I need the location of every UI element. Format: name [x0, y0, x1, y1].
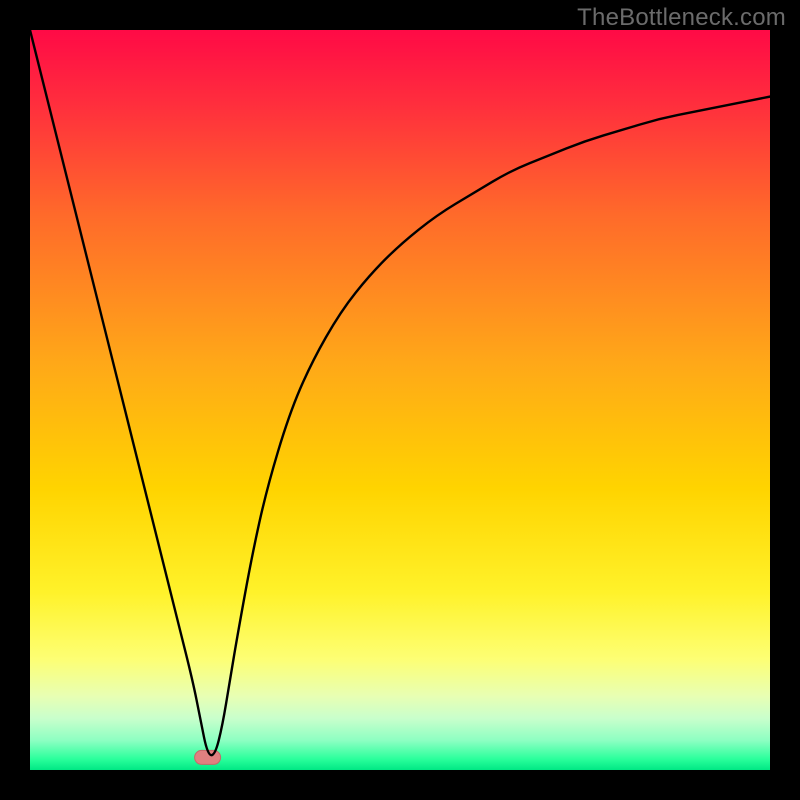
plot-area [30, 30, 770, 770]
chart-container: TheBottleneck.com [0, 0, 800, 800]
curve-layer [30, 30, 770, 770]
watermark-label: TheBottleneck.com [577, 4, 786, 32]
bottleneck-curve [30, 30, 770, 755]
